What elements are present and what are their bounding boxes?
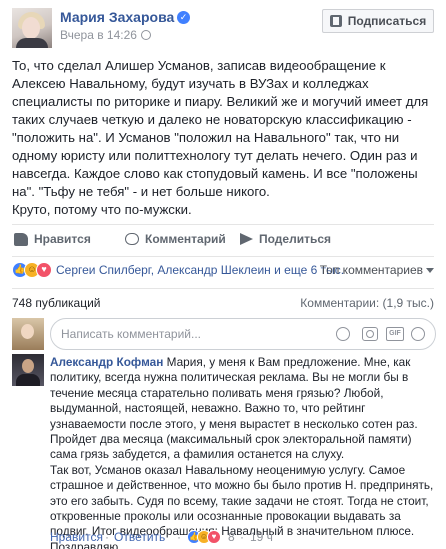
reactors-list[interactable]: Сергеи Спилберг, Александр Шеклеин и еще… [56,263,344,277]
reactions-bar: 👍 ☺ ♥ Сергеи Спилберг, Александр Шеклеин… [12,262,434,278]
comment-like-link[interactable]: Нравится [50,530,103,544]
comment-actions: Нравится · Ответить · 👍 ☺ ♥ 8 · 19 ч [50,530,438,544]
like-label: Нравится [34,232,91,246]
post-author-name[interactable]: Мария Захарова [60,9,174,25]
comment-reply-link[interactable]: Ответить [114,530,165,544]
separator-dot: · [177,530,181,544]
shares-count[interactable]: 748 публикаций [12,296,101,310]
gif-icon[interactable]: GIF [386,327,404,341]
separator-dot: · [105,530,109,544]
comment-input[interactable] [61,319,291,349]
love-reaction-icon[interactable]: ♥ [36,262,52,278]
divider [12,224,434,225]
rss-icon [329,15,342,27]
chevron-down-icon [426,268,434,273]
share-label: Поделиться [259,232,332,246]
thumbs-up-icon [14,232,28,246]
comment-text: Мария, у меня к Вам предложение. Мне, ка… [50,355,418,462]
like-button[interactable]: Нравится [14,232,91,246]
comment-label: Комментарий [145,232,226,246]
post-body: То, что сделал Алишер Усманов, записав в… [12,57,436,219]
comment-time[interactable]: 19 ч [250,530,273,544]
divider [12,256,434,257]
comment-box[interactable]: GIF [50,318,436,350]
sticker-icon[interactable] [411,327,425,341]
emoji-icon[interactable] [336,327,350,341]
share-arrow-icon [240,233,253,245]
post-header: Мария Захарова ✓ Вчера в 14:26 Подписать… [0,0,446,52]
post-timestamp[interactable]: Вчера в 14:26 [60,28,151,42]
comments-count[interactable]: Комментарии: (1,9 тыс.) [300,296,434,310]
share-button[interactable]: Поделиться [240,232,331,246]
sort-label: Топ комментариев [319,263,423,277]
camera-icon[interactable] [362,327,378,341]
separator-dot: · [240,530,244,544]
verified-badge-icon: ✓ [177,11,190,24]
current-user-avatar [12,318,44,350]
comment-reaction-count: 8 [228,530,235,544]
commenter-avatar[interactable] [12,354,44,386]
post-paragraph: То, что сделал Алишер Усманов, записав в… [12,58,429,199]
divider [12,288,434,289]
post-time[interactable]: Вчера в 14:26 [60,28,137,42]
comment-bubble-icon [125,233,139,245]
post-actions: Нравится Комментарий Поделиться [12,232,434,252]
comment-author[interactable]: Александр Кофман [50,355,163,369]
post-paragraph: Круто, потому что по-мужски. [12,202,192,217]
comment-sort-dropdown[interactable]: Топ комментариев [320,263,434,277]
author-avatar[interactable] [12,8,52,48]
comment-button[interactable]: Комментарий [125,232,226,246]
post-counts: 748 публикаций Комментарии: (1,9 тыс.) [12,296,434,310]
love-reaction-icon: ♥ [207,530,221,544]
globe-icon [140,30,151,40]
subscribe-button[interactable]: Подписаться [322,9,434,33]
comment-body: Александр Кофман Мария, у меня к Вам пре… [50,355,438,549]
subscribe-label: Подписаться [347,14,427,28]
